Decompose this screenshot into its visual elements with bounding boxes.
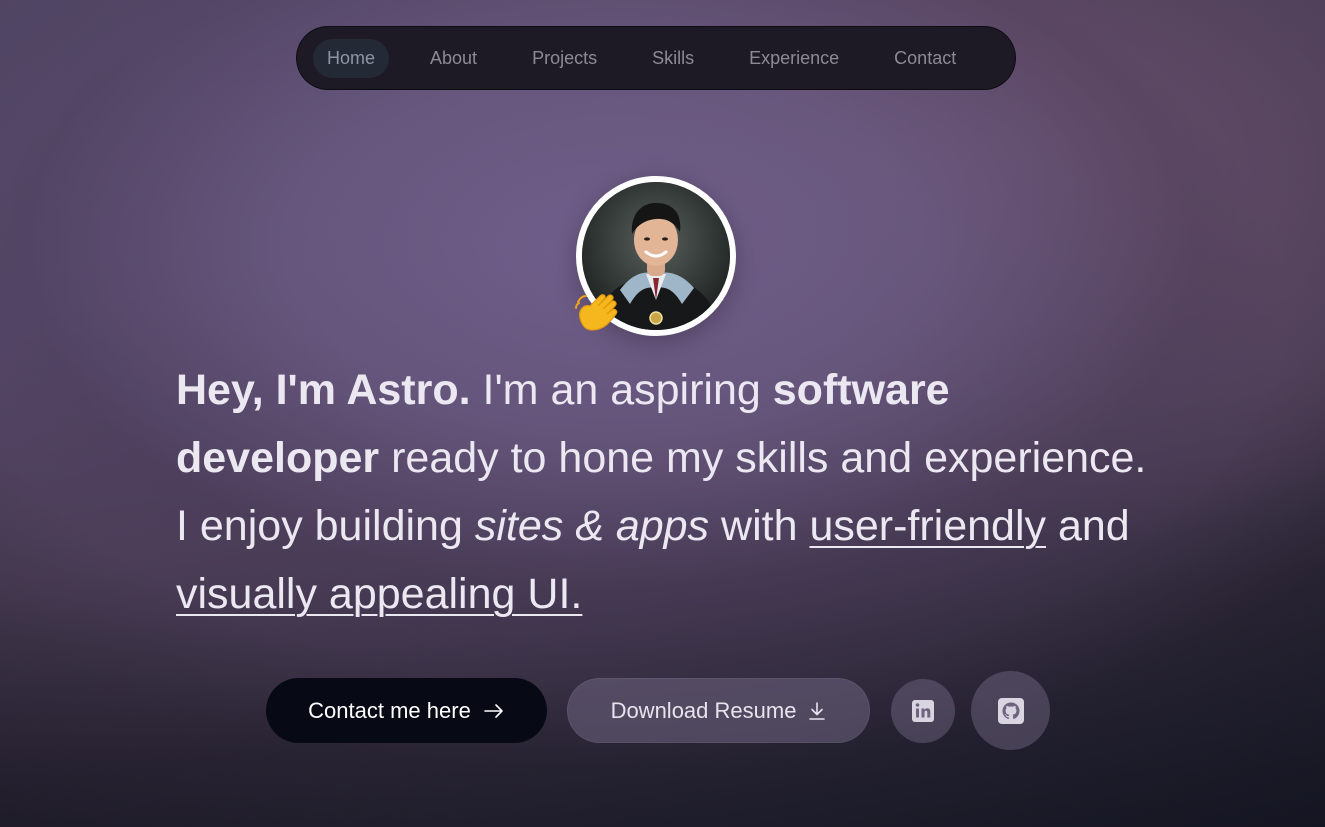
headline-part1: I'm an aspiring [470, 366, 773, 414]
headline-greeting: Hey, I'm Astro. [176, 366, 471, 414]
headline-part4: and [1046, 502, 1130, 550]
waving-hand-emoji [575, 294, 618, 331]
contact-me-button[interactable]: Contact me here [266, 678, 547, 743]
linkedin-button[interactable] [891, 679, 955, 743]
headline-focus: sites & apps [474, 502, 710, 550]
hero-headline: Hey, I'm Astro. I'm an aspiring software… [176, 356, 1156, 628]
download-resume-button[interactable]: Download Resume [567, 678, 870, 743]
nav-item-home[interactable]: Home [313, 38, 390, 78]
nav-item-skills[interactable]: Skills [638, 39, 708, 78]
nav-item-about[interactable]: About [416, 39, 491, 78]
headline-part3: with [709, 502, 810, 550]
top-navigation: Home About Projects Skills Experience Co… [296, 26, 1016, 90]
linkedin-icon [912, 700, 934, 722]
nav-item-experience[interactable]: Experience [735, 39, 853, 78]
nav-item-projects[interactable]: Projects [518, 39, 611, 78]
github-button[interactable] [971, 671, 1050, 750]
github-icon [997, 697, 1024, 724]
download-resume-label: Download Resume [610, 697, 797, 723]
arrow-right-icon [484, 703, 503, 718]
headline-quality-user-friendly: user-friendly [809, 502, 1047, 550]
nav-item-contact[interactable]: Contact [880, 39, 970, 78]
headline-quality-visually-appealing: visually appealing UI. [176, 570, 583, 618]
contact-me-label: Contact me here [308, 697, 471, 723]
avatar-container [575, 176, 736, 336]
download-icon [809, 701, 826, 720]
